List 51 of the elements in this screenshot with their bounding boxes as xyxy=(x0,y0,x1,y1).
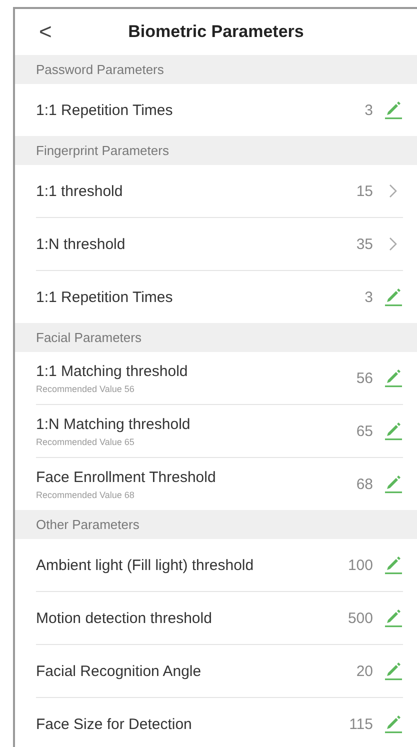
back-button[interactable]: < xyxy=(35,19,56,45)
parameter-value: 65 xyxy=(356,422,373,440)
pencil-icon[interactable] xyxy=(383,608,403,628)
parameter-label: 1:1 Matching threshold xyxy=(36,362,189,380)
pencil-icon[interactable] xyxy=(383,368,403,388)
parameter-value: 20 xyxy=(356,662,373,680)
parameter-value: 500 xyxy=(348,610,373,626)
parameter-row[interactable]: Ambient light (Fill light) threshold 100 xyxy=(36,539,403,592)
parameter-value: 35 xyxy=(356,236,373,252)
parameter-value: 15 xyxy=(356,182,373,200)
section-header: Password Parameters xyxy=(15,55,417,84)
parameter-label: 1:1 threshold xyxy=(36,182,124,200)
parameter-label: 1:1 Repetition Times xyxy=(36,102,174,118)
parameter-row[interactable]: Motion detection threshold 500 xyxy=(36,592,403,645)
parameter-row[interactable]: 1:1 Matching threshold Recommended Value 56 56 xyxy=(36,352,403,405)
section-header: Facial Parameters xyxy=(15,323,417,352)
parameter-row[interactable]: 1:1 Repetition Times 3 xyxy=(36,84,403,136)
parameter-label: Motion detection threshold xyxy=(36,610,213,626)
pencil-icon[interactable] xyxy=(383,661,403,681)
pencil-icon[interactable] xyxy=(383,714,403,734)
section-header: Other Parameters xyxy=(15,510,417,539)
parameter-value: 68 xyxy=(356,476,373,492)
parameter-label: 1:N Matching threshold xyxy=(36,416,192,432)
parameter-label: Ambient light (Fill light) threshold xyxy=(36,556,255,574)
parameter-label: 1:N threshold xyxy=(36,236,126,252)
page-title: Biometric Parameters xyxy=(128,22,304,42)
parameter-value: 3 xyxy=(364,102,373,118)
parameter-row[interactable]: Face Size for Detection 115 xyxy=(36,698,403,747)
parameter-row[interactable]: Facial Recognition Angle 20 xyxy=(36,645,403,698)
pencil-icon[interactable] xyxy=(383,287,403,307)
pencil-icon[interactable] xyxy=(383,100,403,120)
parameter-value: 115 xyxy=(349,716,373,732)
pencil-icon[interactable] xyxy=(383,555,403,575)
recommended-value: Recommended Value 65 xyxy=(36,436,136,446)
recommended-value: Recommended Value 68 xyxy=(36,490,136,500)
parameter-value: 3 xyxy=(364,288,373,306)
parameter-row[interactable]: 1:N threshold 35 xyxy=(36,218,403,271)
parameter-row[interactable]: 1:1 Repetition Times 3 xyxy=(36,271,403,323)
section-header: Fingerprint Parameters xyxy=(15,136,417,165)
parameter-row[interactable]: 1:N Matching threshold Recommended Value 65 65 xyxy=(36,405,403,458)
parameter-row[interactable]: Face Enrollment Threshold Recommended Value 68 68 xyxy=(36,458,403,510)
parameter-label: 1:1 Repetition Times xyxy=(36,288,174,306)
parameter-row[interactable]: 1:1 threshold 15 xyxy=(36,165,403,218)
parameter-label: Face Enrollment Threshold xyxy=(36,468,217,486)
parameter-label: Facial Recognition Angle xyxy=(36,662,202,680)
parameter-value: 56 xyxy=(356,370,373,386)
parameter-value: 100 xyxy=(348,556,373,574)
parameter-label: Face Size for Detection xyxy=(36,716,193,732)
pencil-icon[interactable] xyxy=(383,474,403,494)
pencil-icon[interactable] xyxy=(383,421,403,441)
recommended-value: Recommended Value 56 xyxy=(36,384,136,394)
